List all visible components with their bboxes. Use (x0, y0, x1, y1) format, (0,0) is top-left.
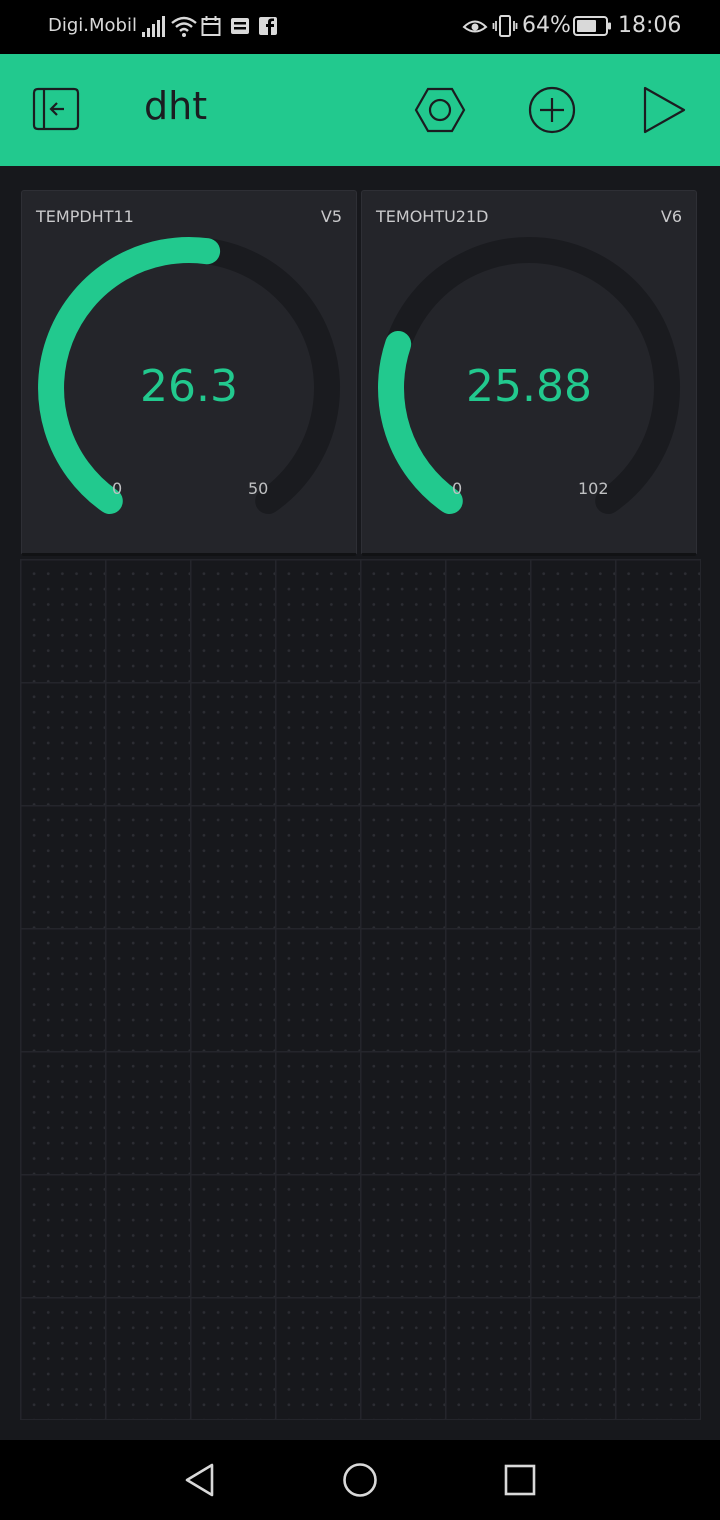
battery-percent: 64% (522, 13, 571, 38)
home-circle-icon[interactable] (341, 1461, 379, 1499)
clock: 18:06 (618, 13, 682, 38)
status-bar: Digi.Mobil 64% 18:06 (0, 0, 720, 54)
widget-grid[interactable] (20, 559, 701, 1420)
add-widget-icon[interactable] (526, 84, 578, 136)
settings-hex-icon[interactable] (414, 84, 466, 136)
eye-comfort-icon (462, 20, 488, 33)
gauge-widget-temohtu21d[interactable]: TEMOHTU21D V6 25.88 0 102 (361, 190, 697, 556)
play-icon[interactable] (640, 84, 688, 136)
wifi-icon (171, 16, 197, 37)
news-icon (231, 18, 249, 34)
gauge-max-label: 102 (578, 479, 609, 498)
gauge-value: 26.3 (140, 361, 238, 412)
back-triangle-icon[interactable] (182, 1462, 218, 1498)
signal-icon (142, 16, 165, 37)
gauge-widget-tempdht11[interactable]: TEMPDHT11 V5 26.3 0 50 (21, 190, 357, 556)
carrier-name: Digi.Mobil (48, 15, 137, 36)
gauge-max-label: 50 (248, 479, 269, 498)
gauge-value: 25.88 (466, 361, 592, 412)
back-exit-icon[interactable] (30, 84, 84, 134)
app-header: dht (0, 54, 720, 166)
gauge-min-label: 0 (452, 479, 463, 498)
battery-icon (573, 16, 611, 36)
facebook-icon (259, 17, 277, 35)
project-title: dht (144, 84, 208, 128)
dashboard-canvas: TEMPDHT11 V5 26.3 0 50 TEMOHTU21D V6 25.… (0, 166, 720, 1440)
gauge-min-label: 0 (112, 479, 123, 498)
vibrate-icon (492, 15, 518, 37)
recents-square-icon[interactable] (503, 1463, 537, 1497)
calendar-icon (201, 16, 221, 36)
nav-bar (0, 1440, 720, 1520)
